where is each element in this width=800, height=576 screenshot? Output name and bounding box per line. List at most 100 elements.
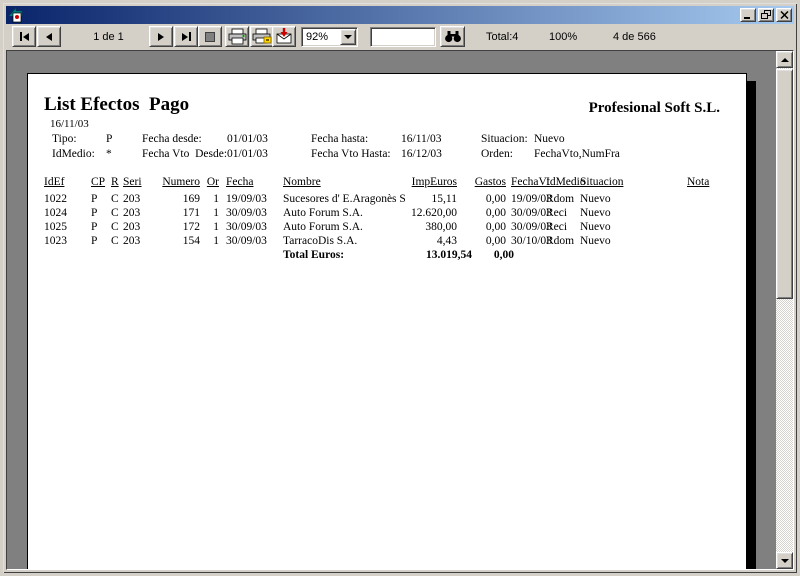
fecha-vto-desde-value: 01/01/03 — [227, 148, 268, 160]
toolbar: 1 de 1 — [6, 24, 794, 50]
first-page-icon — [20, 32, 22, 41]
search-input[interactable] — [370, 27, 436, 47]
total-gastos: 0,00 — [462, 249, 514, 261]
header-idef: IdEf — [44, 176, 75, 188]
chevron-down-icon[interactable] — [340, 29, 356, 45]
cell-idmedio: Reci — [546, 221, 567, 233]
cell-cp: P — [91, 235, 97, 247]
cell-r: C — [111, 221, 119, 233]
cell-seri: 203 — [123, 235, 140, 247]
close-button[interactable] — [776, 8, 792, 22]
idmedio-value: * — [106, 148, 112, 160]
tipo-value: P — [106, 133, 112, 145]
printer-setup-icon — [252, 28, 272, 45]
fecha-hasta-label: Fecha hasta: — [311, 133, 368, 145]
cell-situacion: Nuevo — [580, 235, 611, 247]
header-fecha: Fecha — [226, 176, 253, 188]
cell-fecha: 30/09/03 — [226, 221, 267, 233]
cell-seri: 203 — [123, 207, 140, 219]
situacion-label: Situacion: — [481, 133, 528, 145]
cell-idef: 1022 — [36, 193, 67, 205]
cell-gastos: 0,00 — [462, 193, 506, 205]
scrollbar-thumb[interactable] — [776, 69, 793, 299]
cell-idmedio: Rdom — [546, 193, 574, 205]
fecha-desde-value: 01/01/03 — [227, 133, 268, 145]
restore-button[interactable] — [758, 8, 774, 22]
last-page-button[interactable] — [174, 26, 198, 47]
record-position-indicator: 4 de 566 — [613, 31, 656, 43]
cell-fecha: 30/09/03 — [226, 207, 267, 219]
header-fechavt: FechaVt — [511, 176, 550, 188]
scroll-up-button[interactable] — [776, 51, 793, 68]
header-gastos: Gastos — [462, 176, 506, 188]
vertical-scrollbar[interactable] — [776, 51, 793, 569]
cell-idef: 1025 — [36, 221, 67, 233]
first-page-button[interactable] — [12, 26, 36, 47]
stop-icon — [205, 32, 215, 42]
cell-or: 1 — [200, 193, 219, 205]
report-page: List Efectos Pago Profesional Soft S.L. … — [27, 73, 747, 569]
cell-or: 1 — [200, 221, 219, 233]
cell-gastos: 0,00 — [462, 207, 506, 219]
progress-indicator: 100% — [549, 31, 577, 43]
report-app-icon[interactable] — [8, 7, 24, 23]
cell-cp: P — [91, 193, 97, 205]
header-or: Or — [200, 176, 219, 188]
header-impeuros: ImpEuros — [363, 176, 457, 188]
print-button[interactable] — [225, 26, 249, 47]
header-cp: CP — [91, 176, 105, 188]
export-button[interactable] — [272, 26, 296, 47]
report-content: List Efectos Pago Profesional Soft S.L. … — [28, 74, 746, 569]
table-row: 1022 P C 203 169 1 19/09/03 Sucesores d'… — [28, 193, 746, 206]
report-date: 16/11/03 — [50, 118, 89, 130]
cell-idmedio: Rdom — [546, 235, 574, 247]
print-setup-button[interactable] — [250, 26, 274, 47]
header-numero: Numero — [153, 176, 200, 188]
table-header-row: IdEf CP R Seri Numero Or Fecha Nombre Im… — [28, 176, 746, 189]
report-title: List Efectos Pago — [44, 94, 189, 116]
cell-numero: 171 — [153, 207, 200, 219]
total-impeuros: 13.019,54 — [363, 249, 472, 261]
chevron-up-icon — [781, 58, 789, 62]
company-name: Profesional Soft S.L. — [589, 100, 720, 117]
zoom-combobox[interactable]: 92% — [301, 27, 358, 47]
cell-nombre: Auto Forum S.A. — [283, 207, 363, 219]
cell-or: 1 — [200, 235, 219, 247]
cell-impeuros: 4,43 — [363, 235, 457, 247]
minimize-icon — [743, 11, 753, 20]
cell-numero: 172 — [153, 221, 200, 233]
cell-fecha: 30/09/03 — [226, 235, 267, 247]
printer-icon — [227, 28, 247, 45]
minimize-button[interactable] — [740, 8, 756, 22]
next-page-button[interactable] — [149, 26, 173, 47]
cell-seri: 203 — [123, 193, 140, 205]
tipo-label: Tipo: — [52, 133, 77, 145]
stop-button[interactable] — [198, 26, 222, 47]
table-row: 1023 P C 203 154 1 30/09/03 TarracoDis S… — [28, 235, 746, 248]
scroll-down-button[interactable] — [776, 552, 793, 569]
cell-r: C — [111, 193, 119, 205]
header-r: R — [111, 176, 119, 188]
fecha-vto-hasta-value: 16/12/03 — [401, 148, 442, 160]
orden-value: FechaVto,NumFra — [534, 148, 620, 160]
cell-nombre: Auto Forum S.A. — [283, 221, 363, 233]
table-row: 1024 P C 203 171 1 30/09/03 Auto Forum S… — [28, 207, 746, 220]
cell-idef: 1024 — [36, 207, 67, 219]
previous-page-button[interactable] — [37, 26, 61, 47]
last-page-icon — [182, 33, 188, 41]
header-nota: Nota — [687, 176, 709, 188]
export-icon — [274, 28, 294, 45]
fecha-vto-desde-label: Fecha Vto Desde: — [142, 148, 227, 160]
binoculars-icon — [444, 30, 462, 43]
filter-row-1: Tipo: P Fecha desde: 01/01/03 Fecha hast… — [28, 133, 746, 146]
close-icon — [780, 11, 789, 19]
page-shadow — [747, 81, 756, 569]
table-row: 1025 P C 203 172 1 30/09/03 Auto Forum S… — [28, 221, 746, 234]
page-indicator: 1 de 1 — [76, 31, 141, 43]
header-nombre: Nombre — [283, 176, 321, 188]
cell-impeuros: 380,00 — [363, 221, 457, 233]
cell-r: C — [111, 207, 119, 219]
total-indicator: Total:4 — [486, 31, 518, 43]
search-button[interactable] — [440, 26, 465, 47]
restore-icon — [761, 10, 772, 20]
